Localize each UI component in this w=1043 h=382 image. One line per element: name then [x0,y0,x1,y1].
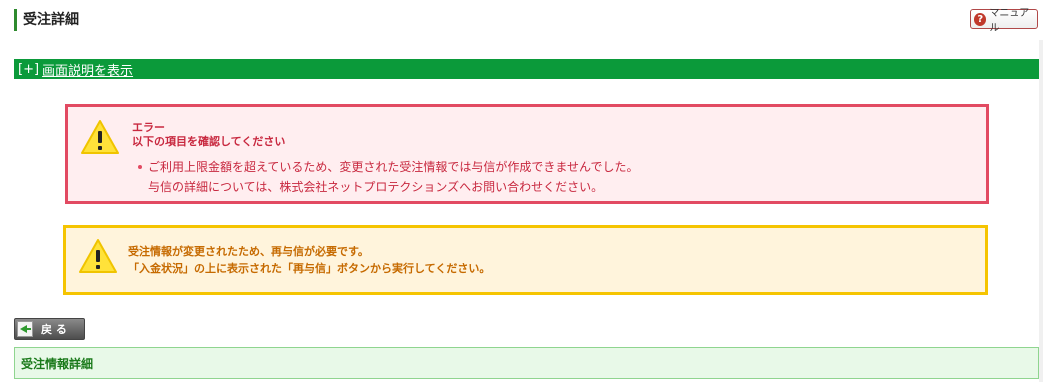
scrollbar[interactable] [1039,40,1043,382]
page-title: 受注詳細 [14,9,79,31]
help-icon: ? [974,12,987,26]
warning-line: 受注情報が変更されたため、再与信が必要です。 [128,245,369,258]
manual-button-label: マニュアル [989,8,1030,34]
back-button[interactable]: 戻 る [14,318,85,340]
warning-triangle-icon [81,120,119,154]
error-item-continued: 与信の詳細については、株式会社ネットプロテクションズへお問い合わせください。 [148,180,604,194]
warning-line: 「入金状況」の上に表示された「再与信」ボタンから実行してください。 [128,262,491,275]
back-arrow-icon [17,321,33,337]
error-list: ご利用上限金額を超えているため、変更された受注情報では与信が作成できませんでした… [138,157,638,197]
explain-bar: [+] 画面説明を表示 [14,59,1039,79]
error-message-box: エラー 以下の項目を確認してください ご利用上限金額を超えているため、変更された… [65,104,989,204]
warning-triangle-icon [79,239,117,273]
back-button-label: 戻 る [41,323,67,336]
error-title: エラー [132,121,165,134]
explain-toggle[interactable]: [+] [18,62,39,77]
error-item: ご利用上限金額を超えているため、変更された受注情報では与信が作成できませんでした… [138,157,638,177]
warning-message-box: 受注情報が変更されたため、再与信が必要です。 「入金状況」の上に表示された「再与… [63,225,988,295]
error-subtitle: 以下の項目を確認してください [132,135,286,148]
section-title: 受注情報詳細 [21,356,94,371]
explain-link[interactable]: 画面説明を表示 [42,60,133,79]
manual-button[interactable]: ? マニュアル [970,8,1038,34]
order-detail-section-header: 受注情報詳細 [14,347,1039,379]
